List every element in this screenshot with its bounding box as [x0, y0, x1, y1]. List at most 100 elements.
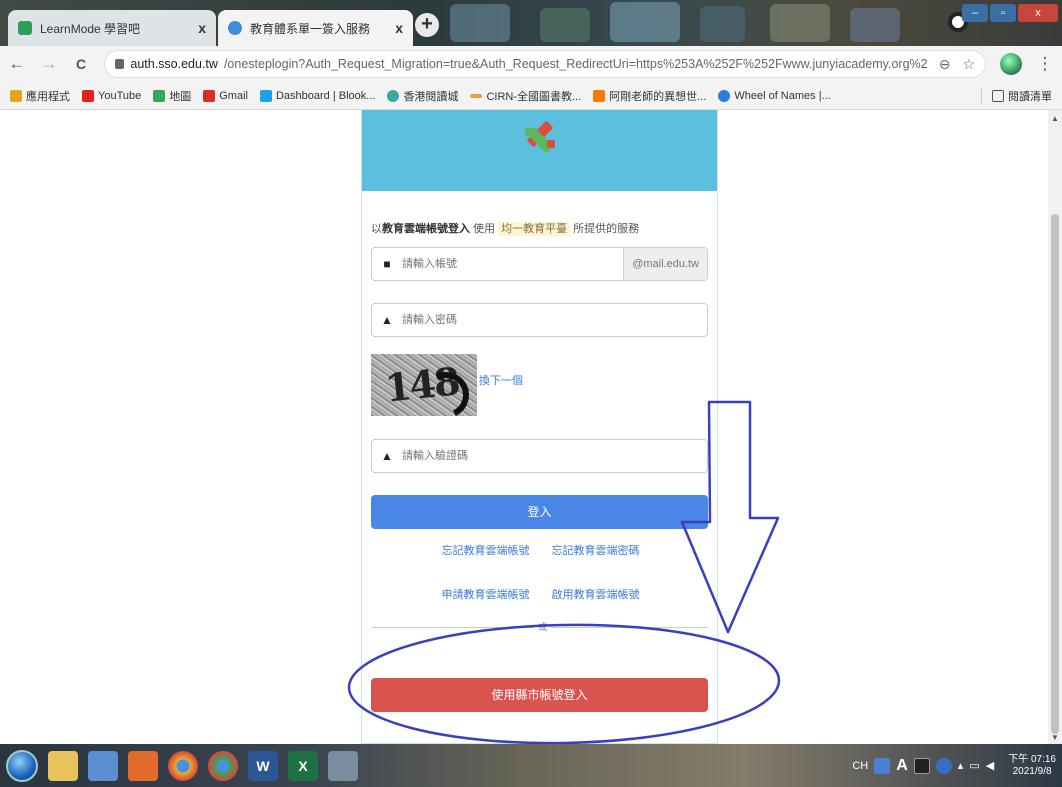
ime-mode-indicator[interactable]: A — [896, 757, 908, 775]
network-icon[interactable]: ▭ — [969, 759, 979, 772]
blogger-icon — [593, 89, 606, 102]
captcha-field[interactable]: ▲ — [371, 439, 708, 473]
word-icon[interactable]: W — [248, 750, 278, 781]
chrome-icon[interactable] — [168, 750, 198, 781]
maximize-button[interactable]: ▫ — [990, 4, 1016, 22]
captcha-refresh-link[interactable]: 換下一個 — [479, 372, 523, 388]
bookmark-youtube[interactable]: YouTube — [82, 89, 141, 102]
reading-list-icon — [992, 89, 1004, 102]
tab-edu-sso[interactable]: 教育體系單一簽入服務 x — [218, 10, 413, 46]
bookmark-blooket[interactable]: Dashboard | Blook... — [259, 89, 375, 102]
ime-language-indicator[interactable]: CH — [852, 760, 868, 772]
forward-button[interactable]: → — [40, 54, 58, 74]
bookmarks-bar: 應用程式 YouTube 地圖 Gmail Dashboard | Blook.… — [0, 82, 1062, 110]
new-tab-button[interactable]: + — [415, 13, 439, 37]
page-viewport: 以教育雲端帳號登入 使用 均一教育平臺 所提供的服務 ■ @mail.edu.t… — [0, 110, 1048, 744]
address-bar[interactable]: auth.sso.edu.tw/onesteplogin?Auth_Reques… — [104, 50, 986, 78]
password-field[interactable]: ▲ — [371, 303, 708, 337]
photos-icon[interactable] — [88, 750, 118, 781]
paint-icon[interactable] — [328, 750, 358, 781]
account-help-links: 忘記教育雲端帳號 忘記教育雲端密碼 — [362, 542, 719, 558]
lock-icon — [115, 59, 125, 69]
reload-button[interactable]: C — [72, 56, 90, 72]
ime-settings-icon[interactable] — [913, 757, 930, 774]
lock-icon: ▲ — [381, 449, 393, 463]
tab-title: 教育體系單一簽入服務 — [250, 21, 371, 36]
bookmark-teacher-blog[interactable]: 阿剛老師的異想世... — [593, 88, 706, 104]
tray-arrow-icon[interactable]: ▴ — [958, 759, 964, 772]
back-button[interactable]: ← — [8, 54, 26, 74]
explorer-icon[interactable] — [48, 750, 78, 781]
window-controls: – ▫ x — [962, 4, 1058, 22]
youtube-icon — [82, 89, 94, 102]
start-button[interactable] — [6, 749, 38, 782]
tab-title: LearnMode 學習吧 — [40, 21, 141, 36]
blooket-icon — [259, 89, 272, 102]
login-intro: 以教育雲端帳號登入 使用 均一教育平臺 所提供的服務 — [371, 222, 640, 236]
close-window-button[interactable]: x — [1018, 4, 1058, 22]
forgot-password-link[interactable]: 忘記教育雲端密碼 — [552, 542, 640, 558]
media-icon[interactable] — [128, 750, 158, 781]
gmail-icon — [203, 89, 216, 102]
bookmark-star-icon[interactable]: ☆ — [962, 56, 975, 73]
browser-menu-icon[interactable]: ⋮ — [1036, 54, 1054, 74]
account-register-links: 申請教育雲端帳號 啟用教育雲端帳號 — [362, 586, 719, 602]
volume-icon[interactable]: ◀ — [986, 759, 994, 772]
close-tab-icon[interactable]: x — [198, 20, 206, 36]
url-host: auth.sso.edu.tw — [130, 57, 218, 71]
enable-account-link[interactable]: 啟用教育雲端帳號 — [552, 586, 640, 602]
page-scrollbar[interactable]: ▲ ▼ — [1048, 110, 1062, 744]
chrome-alt-icon[interactable] — [208, 750, 238, 781]
learnmode-icon — [18, 21, 32, 35]
apply-account-link[interactable]: 申請教育雲端帳號 — [442, 586, 530, 602]
captcha-image: 148 — [371, 354, 477, 416]
url-path: /onesteplogin?Auth_Request_Migration=tru… — [223, 57, 927, 71]
county-account-login-button[interactable]: 使用縣市帳號登入 — [371, 678, 708, 712]
bookmark-apps[interactable]: 應用程式 — [10, 88, 70, 104]
apps-grid-icon — [10, 89, 22, 102]
account-field[interactable]: ■ @mail.edu.tw — [371, 247, 708, 281]
windows-taskbar: W X CH A ▴ ▭ ◀ 下午 07:16 2021/9/8 — [0, 744, 1062, 787]
clock-date: 2021/9/8 — [1012, 765, 1052, 777]
bookmark-hk-reading[interactable]: 香港閱讀城 — [387, 88, 458, 104]
intro-bold: 教育雲端帳號登入 — [382, 223, 470, 235]
system-clock[interactable]: 下午 07:16 2021/9/8 — [1008, 754, 1056, 778]
login-button[interactable]: 登入 — [371, 495, 708, 529]
login-header — [362, 110, 717, 191]
system-tray: CH A ▴ ▭ ◀ 下午 07:16 2021/9/8 — [852, 754, 1056, 778]
clock-time: 下午 07:16 — [1008, 753, 1056, 765]
scroll-thumb[interactable] — [1051, 214, 1059, 734]
password-input[interactable] — [402, 305, 707, 335]
minimize-button[interactable]: – — [962, 4, 988, 22]
profile-avatar[interactable] — [1000, 53, 1022, 75]
bookmark-maps[interactable]: 地圖 — [153, 88, 191, 104]
account-input[interactable] — [402, 249, 624, 279]
browser-tab-strip: LearnMode 學習吧 x 教育體系單一簽入服務 x + – ▫ x — [0, 0, 1062, 46]
forgot-account-link[interactable]: 忘記教育雲端帳號 — [442, 542, 530, 558]
login-card: 以教育雲端帳號登入 使用 均一教育平臺 所提供的服務 ■ @mail.edu.t… — [361, 110, 718, 744]
cirn-icon — [470, 93, 483, 98]
reading-list-button[interactable]: 閱讀清單 — [981, 87, 1052, 104]
bookmark-wheel-of-names[interactable]: Wheel of Names |... — [718, 89, 831, 102]
edu-cloud-logo — [520, 118, 560, 158]
divider-or-text: 或 — [534, 620, 552, 633]
lock-icon: ▲ — [381, 313, 393, 327]
ime-icon[interactable] — [874, 757, 891, 774]
maps-icon — [153, 89, 166, 102]
help-icon[interactable] — [935, 757, 952, 774]
edu-sso-icon — [228, 21, 242, 35]
service-name: 均一教育平臺 — [498, 222, 571, 236]
captcha-input[interactable] — [402, 441, 707, 471]
bookmark-gmail[interactable]: Gmail — [203, 89, 248, 102]
browser-toolbar: ← → C auth.sso.edu.tw/onesteplogin?Auth_… — [0, 46, 1062, 82]
scroll-down-arrow-icon[interactable]: ▼ — [1051, 733, 1059, 742]
captcha-row: 148 換下一個 — [371, 354, 523, 416]
bookmark-cirn[interactable]: CIRN-全國圖書教... — [470, 88, 581, 104]
user-icon: ■ — [383, 257, 391, 271]
tab-learnmode[interactable]: LearnMode 學習吧 x — [8, 10, 216, 46]
scroll-up-arrow-icon[interactable]: ▲ — [1051, 114, 1059, 123]
close-tab-icon[interactable]: x — [395, 20, 403, 36]
email-domain-addon: @mail.edu.tw — [623, 248, 707, 280]
excel-icon[interactable]: X — [288, 750, 318, 781]
zoom-icon[interactable]: ⊖ — [939, 56, 951, 73]
